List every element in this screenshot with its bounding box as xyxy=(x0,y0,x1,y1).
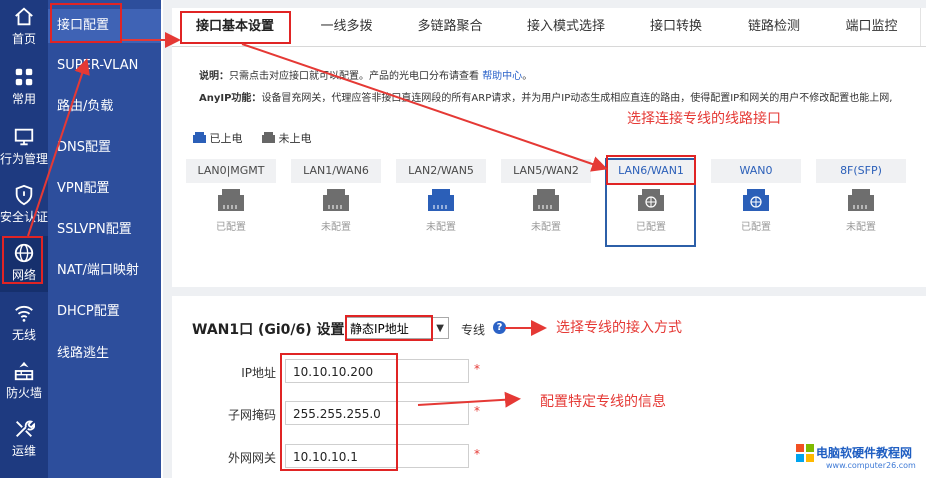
watermark-brand: 电脑软硬件教程网 xyxy=(816,446,913,460)
arrow-tab-to-port xyxy=(241,43,608,172)
arrow-to-fields-note xyxy=(417,391,521,408)
arrow-rail-to-submenu xyxy=(27,58,90,237)
windows-logo-icon xyxy=(796,444,814,462)
watermark-url: www.computer26.com xyxy=(826,461,916,470)
annotation-arrows xyxy=(27,32,608,408)
